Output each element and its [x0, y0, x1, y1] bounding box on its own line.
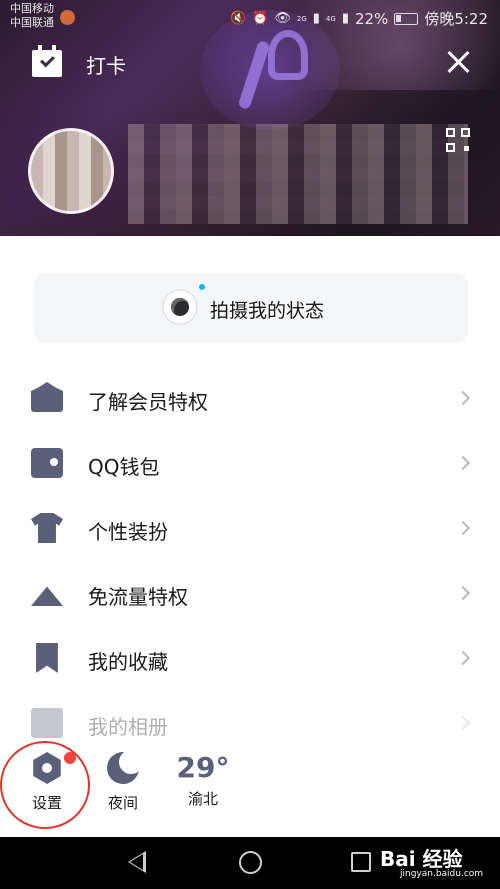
back-icon[interactable]: [128, 851, 146, 873]
hotspot-icon: [60, 10, 75, 25]
avatar[interactable]: [28, 128, 114, 214]
alarm-icon: ⏰: [252, 11, 269, 26]
menu-item-label: 我的相册: [88, 715, 168, 739]
profile-header: 中国移动 中国联通 🔇 ⏰ 👁 2G ▮ 4G ▮ 22% 傍晚5:22 打卡: [0, 0, 500, 236]
menu-item-label: 免流量特权: [88, 585, 188, 609]
shirt-icon: [31, 513, 63, 543]
wallet-icon: [31, 448, 63, 478]
qr-code-icon[interactable]: [446, 128, 470, 152]
temperature: 29°: [176, 751, 230, 784]
signal-tower-icon: [31, 586, 63, 606]
camera-icon: [162, 289, 198, 325]
recent-apps-icon[interactable]: [351, 852, 371, 872]
location-label: 渝北: [187, 790, 218, 808]
checkin-label[interactable]: 打卡: [86, 50, 126, 79]
menu-item-label: 我的收藏: [88, 650, 168, 674]
chevron-right-icon: [455, 650, 471, 666]
eye-icon: 👁: [274, 11, 291, 26]
vip-crown-icon: [31, 382, 63, 412]
highlight-annotation: [0, 741, 90, 829]
bookmark-icon: [36, 643, 58, 673]
menu-item-label: QQ钱包: [88, 455, 160, 479]
chevron-right-icon: [455, 715, 471, 731]
watermark-url: jingyan.baidu.com: [400, 869, 484, 879]
new-dot: [199, 284, 205, 290]
clock: 傍晚5:22: [424, 10, 488, 28]
menu-item-free-data[interactable]: 免流量特权: [0, 561, 500, 625]
night-mode-label: 夜间: [107, 794, 138, 812]
carrier-1: 中国移动: [10, 2, 54, 15]
network-2g-label: 2G: [296, 14, 307, 23]
carrier-2: 中国联通: [10, 16, 54, 29]
weather-widget[interactable]: 29° 渝北: [168, 750, 238, 809]
menu-item-wallet[interactable]: QQ钱包: [0, 431, 500, 495]
signal-icon: ▮: [312, 11, 320, 26]
home-icon[interactable]: [239, 851, 262, 874]
chevron-right-icon: [455, 390, 471, 406]
menu-item-album[interactable]: 我的相册: [0, 691, 500, 755]
watermark-logo: Bai 经验: [380, 847, 463, 871]
checkin-calendar-icon[interactable]: [32, 45, 62, 77]
chevron-right-icon: [455, 455, 471, 471]
battery-icon: [394, 12, 419, 25]
nickname-blurred: [128, 124, 468, 224]
top-bar: 打卡: [0, 40, 500, 84]
mute-icon: 🔇: [229, 11, 247, 26]
moon-icon: [107, 750, 143, 784]
menu-item-vip[interactable]: 了解会员特权: [0, 366, 500, 430]
signal-icon: ▮: [341, 11, 349, 26]
menu-item-favorites[interactable]: 我的收藏: [0, 626, 500, 690]
chevron-right-icon: [455, 520, 471, 536]
close-icon[interactable]: [444, 48, 472, 76]
night-mode-button[interactable]: 夜间: [88, 750, 158, 813]
battery-percent: 22%: [354, 9, 389, 28]
status-bar: 中国移动 中国联通 🔇 ⏰ 👁 2G ▮ 4G ▮ 22% 傍晚5:22: [0, 0, 500, 34]
menu-item-label: 了解会员特权: [88, 390, 208, 414]
menu-item-theme[interactable]: 个性装扮: [0, 496, 500, 560]
capture-status-label: 拍摄我的状态: [210, 300, 325, 322]
network-4g-label: 4G: [325, 14, 336, 23]
chevron-right-icon: [455, 585, 471, 601]
carrier-info: 中国移动 中国联通: [10, 2, 54, 30]
photo-icon: [31, 708, 63, 738]
menu-item-label: 个性装扮: [88, 520, 168, 544]
